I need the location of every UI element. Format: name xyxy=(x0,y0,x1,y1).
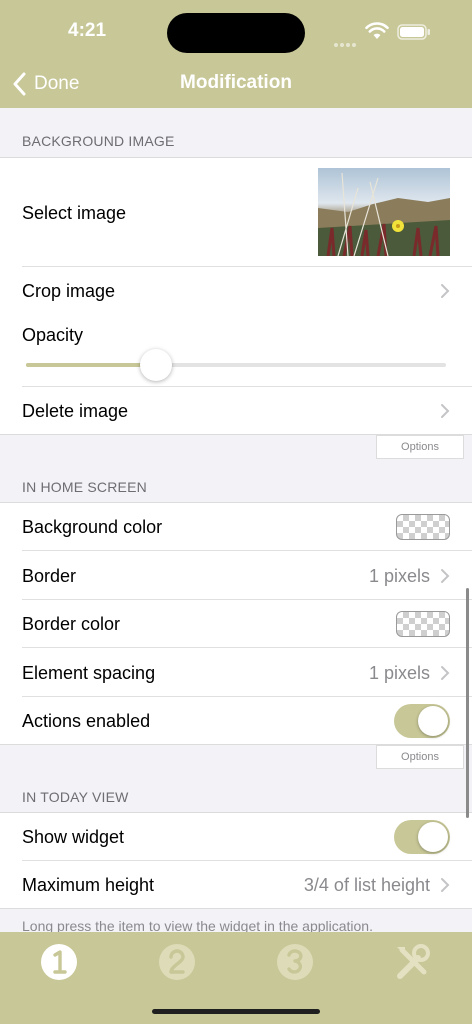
element-spacing-label: Element spacing xyxy=(22,663,156,683)
border-color-row[interactable]: Border color xyxy=(0,600,472,648)
maximum-height-row[interactable]: Maximum height 3/4 of list height xyxy=(0,861,472,909)
chevron-right-icon xyxy=(441,878,450,892)
border-color-label: Border color xyxy=(22,614,121,634)
show-widget-row: Show widget xyxy=(0,813,472,861)
crop-image-label: Crop image xyxy=(22,281,116,301)
tab-3-number-3-icon[interactable] xyxy=(275,942,315,982)
background-color-row[interactable]: Background color xyxy=(0,503,472,551)
tab-4-tools-icon[interactable] xyxy=(392,942,432,982)
home-screen-group: Background color Border 1 pixels Border … xyxy=(0,502,472,745)
background-color-swatch[interactable] xyxy=(396,514,450,540)
chevron-right-icon xyxy=(441,404,450,418)
delete-image-row[interactable]: Delete image xyxy=(0,387,472,435)
maximum-height-label: Maximum height xyxy=(22,875,155,895)
chevron-right-icon xyxy=(441,666,450,680)
opacity-row: Opacity xyxy=(0,315,472,387)
settings-list[interactable]: BACKGROUND IMAGE Select image Crop image… xyxy=(0,108,472,932)
wifi-icon xyxy=(365,22,389,39)
actions-enabled-label: Actions enabled xyxy=(22,711,151,731)
delete-image-label: Delete image xyxy=(22,401,129,421)
border-value: 1 pixels xyxy=(368,566,430,586)
background-color-label: Background color xyxy=(22,517,163,537)
actions-enabled-toggle[interactable] xyxy=(394,704,450,738)
tab-2-number-2-icon[interactable] xyxy=(157,942,197,982)
footer-note: Long press the item to view the widget i… xyxy=(22,918,373,932)
opacity-slider-fill xyxy=(26,363,157,367)
select-image-row[interactable]: Select image xyxy=(0,158,472,267)
status-time: 4:21 xyxy=(68,20,107,41)
home-indicator xyxy=(152,1009,320,1014)
element-spacing-row[interactable]: Element spacing 1 pixels xyxy=(0,648,472,697)
border-color-swatch[interactable] xyxy=(396,611,450,637)
opacity-label: Opacity xyxy=(22,325,84,345)
dynamic-island xyxy=(167,13,305,53)
scrollbar[interactable] xyxy=(466,588,469,818)
options-button-home-screen[interactable]: Options xyxy=(376,745,464,769)
border-row[interactable]: Border 1 pixels xyxy=(0,551,472,600)
cellular-signal-icon xyxy=(334,34,362,47)
background-image-thumbnail[interactable] xyxy=(318,168,450,256)
section-header-background-image: BACKGROUND IMAGE xyxy=(22,133,175,149)
tab-1-number-1-icon[interactable] xyxy=(39,942,79,982)
border-label: Border xyxy=(22,566,77,586)
select-image-label: Select image xyxy=(22,203,127,223)
chevron-right-icon xyxy=(441,569,450,583)
battery-icon xyxy=(397,24,430,40)
show-widget-toggle[interactable] xyxy=(394,820,450,854)
section-header-today-view: IN TODAY VIEW xyxy=(22,789,129,805)
element-spacing-value: 1 pixels xyxy=(368,663,430,683)
actions-enabled-row: Actions enabled xyxy=(0,697,472,745)
page-title: Modification xyxy=(180,72,292,93)
show-widget-label: Show widget xyxy=(22,827,125,847)
crop-image-row[interactable]: Crop image xyxy=(0,267,472,315)
opacity-slider-thumb[interactable] xyxy=(140,349,173,381)
options-button-background-image[interactable]: Options xyxy=(376,435,464,459)
chevron-right-icon xyxy=(441,284,450,298)
maximum-height-value: 3/4 of list height xyxy=(303,875,430,895)
navigation-bar: 4:21 Done Modification xyxy=(0,0,472,108)
background-image-group: Select image Crop image Opacity Delete i… xyxy=(0,157,472,435)
opacity-slider[interactable] xyxy=(26,349,446,381)
section-header-home-screen: IN HOME SCREEN xyxy=(22,479,147,495)
today-view-group: Show widget Maximum height 3/4 of list h… xyxy=(0,812,472,909)
